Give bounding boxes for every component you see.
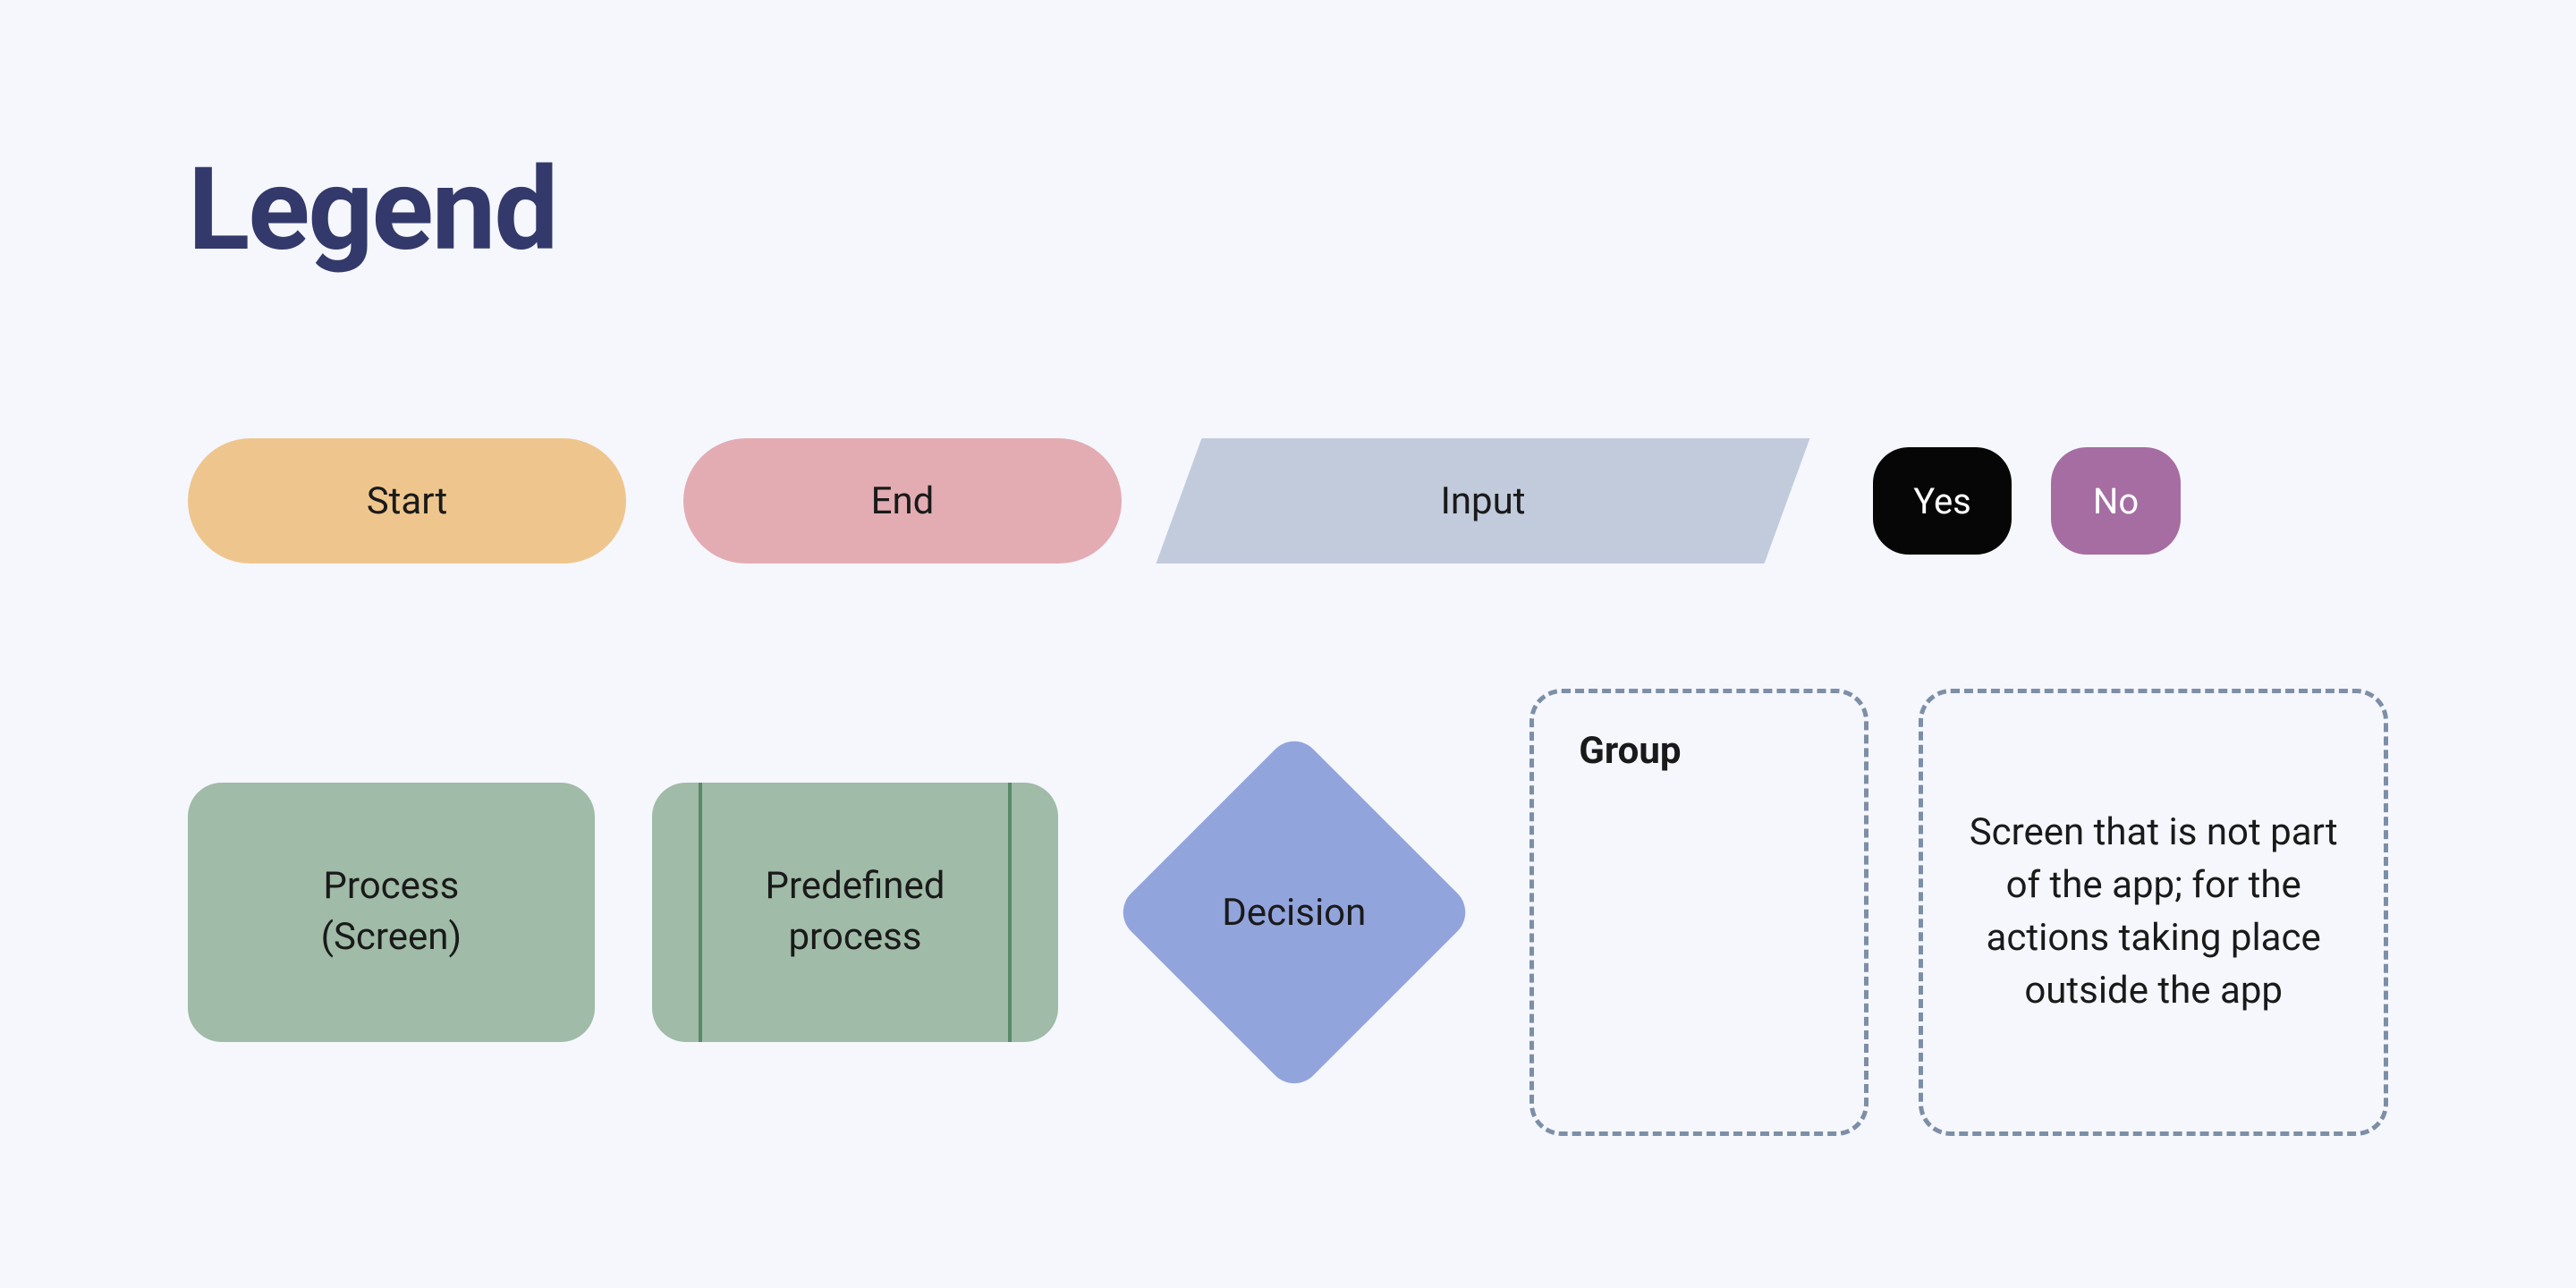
start-shape: Start	[188, 438, 626, 564]
decision-shape: Decision	[1115, 720, 1472, 1105]
yes-chip: Yes	[1873, 447, 2012, 555]
predefined-label-line1: Predefined	[765, 861, 945, 912]
legend-row-1: Start End Input Yes No	[188, 438, 2388, 564]
end-shape: End	[683, 438, 1122, 564]
process-label-line1: Process	[323, 861, 459, 912]
external-screen-label: Screen that is not part of the app; for …	[1950, 807, 2357, 1017]
no-label: No	[2093, 480, 2139, 522]
decision-label: Decision	[1222, 891, 1366, 935]
predefined-label-line2: process	[765, 912, 945, 963]
process-shape: Process (Screen)	[188, 783, 595, 1042]
predefined-process-shape: Predefined process	[652, 783, 1059, 1042]
yes-label: Yes	[1913, 480, 1971, 522]
process-label-line2: (Screen)	[321, 912, 462, 963]
input-shape: Input	[1179, 438, 1787, 564]
input-label: Input	[1179, 438, 1787, 564]
group-label: Group	[1579, 729, 1681, 773]
external-screen-shape: Screen that is not part of the app; for …	[1919, 689, 2388, 1136]
no-chip: No	[2051, 447, 2181, 555]
legend-row-2: Process (Screen) Predefined process Deci…	[188, 689, 2388, 1136]
group-shape: Group	[1530, 689, 1868, 1136]
end-label: End	[871, 479, 935, 523]
start-label: Start	[367, 479, 448, 523]
legend-title: Legend	[188, 143, 2388, 277]
